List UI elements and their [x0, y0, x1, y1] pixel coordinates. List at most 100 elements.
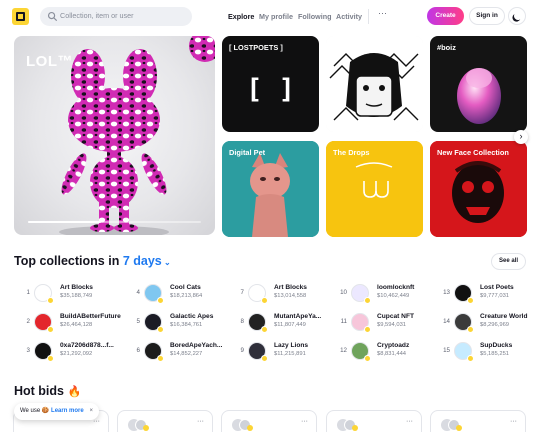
collection-item[interactable]: 5 Galactic Apes $16,384,761 [130, 312, 230, 334]
collection-rank: 2 [26, 318, 30, 325]
hero-featured-lol[interactable]: LOL™ [14, 36, 215, 235]
nav-activity[interactable]: Activity [336, 12, 362, 21]
verified-badge-icon [467, 326, 474, 333]
tile-digital-pet[interactable]: Digital Pet [222, 141, 319, 237]
collection-item[interactable]: 12 Cryptoadz $8,831,444 [337, 341, 437, 363]
collection-name: Lost Poets [480, 284, 514, 291]
collection-name: Art Blocks [274, 284, 307, 291]
verified-badge-icon [261, 355, 268, 362]
carousel-progress-fill [28, 221, 101, 223]
create-button[interactable]: Create [427, 7, 464, 25]
tile-label: The Drops [333, 148, 370, 157]
search-input[interactable]: Collection, item or user [40, 7, 192, 26]
collection-rank: 1 [26, 289, 30, 296]
collection-rank: 12 [340, 347, 347, 354]
collection-item[interactable]: 13 Lost Poets $9,777,031 [440, 283, 540, 305]
top-header: Collection, item or user Explore My prof… [0, 0, 540, 34]
collection-rank: 14 [443, 318, 450, 325]
top-collections-title: Top collections in 7 days ⌄ [14, 254, 171, 268]
hot-bids-title: Hot bids 🔥 [14, 384, 81, 398]
collection-name: SupDucks [480, 342, 513, 349]
collection-item[interactable]: 6 BoredApeYach... $14,852,227 [130, 341, 230, 363]
nav-divider [368, 9, 369, 24]
collection-item[interactable]: 8 MutantApeYa... $11,807,449 [234, 312, 334, 334]
collection-item[interactable]: 2 BuildABetterFuture $26,464,128 [20, 312, 121, 334]
carousel-next-button[interactable]: › [514, 130, 528, 144]
verified-badge-icon [47, 355, 54, 362]
collection-name: loomlocknft [377, 284, 415, 291]
hot-bid-card[interactable]: ··· [117, 410, 213, 432]
verified-badge-icon [247, 425, 253, 431]
collection-name: Lazy Lions [274, 342, 309, 349]
hot-bid-card[interactable]: ··· [326, 410, 422, 432]
see-all-button[interactable]: See all [491, 253, 526, 270]
tile-label: Type Faces [333, 43, 373, 52]
verified-badge-icon [143, 425, 149, 431]
nav-explore[interactable]: Explore [228, 12, 254, 21]
collection-rank: 6 [136, 347, 140, 354]
period-value: 7 days [122, 254, 162, 268]
collection-volume: $26,464,128 [60, 322, 93, 328]
collection-item[interactable]: 14 Creature World $8,296,969 [440, 312, 540, 334]
collection-volume: $35,188,749 [60, 293, 93, 299]
collection-name: BoredApeYach... [170, 342, 223, 349]
collection-item[interactable]: 4 Cool Cats $18,213,864 [130, 283, 230, 305]
collection-item[interactable]: 15 SupDucks $5,185,251 [440, 341, 540, 363]
collection-item[interactable]: 3 0xa7206d878...f... $21,292,092 [20, 341, 120, 363]
verified-badge-icon [364, 297, 371, 304]
collection-item[interactable]: 10 loomlocknft $10,462,449 [337, 283, 437, 305]
collection-rank: 5 [136, 318, 140, 325]
more-icon[interactable]: ··· [510, 418, 517, 425]
nav-my-profile[interactable]: My profile [259, 12, 293, 21]
verified-badge-icon [456, 425, 462, 431]
tile-boiz[interactable]: #boiz [430, 36, 527, 132]
verified-badge-icon [467, 355, 474, 362]
nav-following[interactable]: Following [298, 12, 332, 21]
collection-volume: $8,296,969 [480, 322, 510, 328]
collection-name: Cupcat NFT [377, 313, 414, 320]
collection-volume: $18,213,864 [170, 293, 203, 299]
moon-icon [513, 11, 523, 21]
more-icon[interactable]: ··· [197, 418, 204, 425]
tile-label: Digital Pet [229, 148, 266, 157]
collection-item[interactable]: 11 Cupcat NFT $9,594,031 [337, 312, 437, 334]
chevron-right-icon: › [519, 131, 523, 141]
cookie-banner: We use 🍪 Learn more × [14, 403, 99, 420]
cookie-text: We use 🍪 [20, 408, 50, 414]
rarible-logo[interactable] [12, 8, 29, 25]
collection-volume: $16,384,761 [170, 322, 203, 328]
collection-item[interactable]: 7 Art Blocks $13,014,558 [234, 283, 334, 305]
collection-name: MutantApeYa... [274, 313, 322, 320]
close-icon[interactable]: × [89, 403, 93, 420]
more-menu-icon[interactable]: ··· [378, 8, 387, 18]
collection-volume: $21,292,092 [60, 351, 93, 357]
verified-badge-icon [364, 326, 371, 333]
search-icon [47, 11, 57, 21]
tile-label: #boiz [437, 43, 456, 52]
more-icon[interactable]: ··· [406, 418, 413, 425]
collection-name: BuildABetterFuture [60, 313, 121, 320]
theme-toggle-button[interactable] [508, 7, 526, 25]
more-icon[interactable]: ··· [301, 418, 308, 425]
lostpoets-mark: [ ] [246, 74, 295, 105]
collection-rank: 3 [26, 347, 30, 354]
hot-bid-card[interactable]: ··· [430, 410, 526, 432]
hot-bid-card[interactable]: ··· [221, 410, 317, 432]
collection-rank: 15 [443, 347, 450, 354]
tile-label: New Face Collection [437, 148, 509, 157]
tile-lostpoets[interactable]: [ LOSTPOETS ] [ ] [222, 36, 319, 132]
tile-the-drops[interactable]: The Drops [326, 141, 423, 237]
collection-item[interactable]: 1 Art Blocks $35,188,749 [20, 283, 120, 305]
collection-item[interactable]: 9 Lazy Lions $11,215,891 [234, 341, 334, 363]
learn-more-link[interactable]: Learn more [51, 408, 84, 414]
verified-badge-icon [47, 326, 54, 333]
collection-name: Cool Cats [170, 284, 201, 291]
tile-type-faces[interactable]: Type Faces [326, 36, 423, 132]
period-dropdown[interactable]: 7 days ⌄ [123, 254, 171, 268]
tile-new-face-collection[interactable]: New Face Collection [430, 141, 527, 237]
collection-volume: $8,831,444 [377, 351, 407, 357]
collection-rank: 7 [240, 289, 244, 296]
sign-in-button[interactable]: Sign in [469, 7, 505, 25]
collection-rank: 8 [240, 318, 244, 325]
fire-icon: 🔥 [67, 385, 82, 398]
